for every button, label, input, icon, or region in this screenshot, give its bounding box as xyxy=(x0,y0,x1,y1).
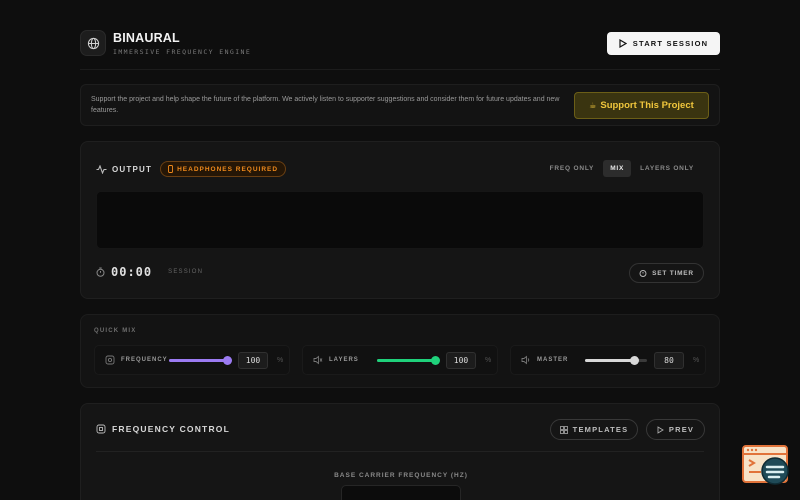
master-value[interactable]: 80 xyxy=(654,352,684,369)
layers-unit: % xyxy=(485,357,492,364)
frequency-control-panel: FREQUENCY CONTROL TEMPLATES PREV BASE CA… xyxy=(80,403,720,500)
mix-frequency: FREQUENCY 100 % xyxy=(94,345,290,375)
support-banner: Support the project and help shape the f… xyxy=(80,84,720,126)
quick-mix-title: QUICK MIX xyxy=(94,328,137,334)
stopwatch-icon xyxy=(96,267,105,277)
layers-value[interactable]: 100 xyxy=(446,352,476,369)
header-divider xyxy=(80,69,720,70)
activity-icon xyxy=(96,164,107,174)
volume-icon xyxy=(521,355,530,365)
frequency-control-divider xyxy=(96,451,704,452)
layers-slider-knob[interactable] xyxy=(430,356,440,365)
headphones-badge-label: HEADPHONES REQUIRED xyxy=(177,165,279,173)
mix-layers: LAYERS 100 % xyxy=(302,345,498,375)
mix-master-label: MASTER xyxy=(537,357,569,363)
frequency-slider-knob[interactable] xyxy=(222,356,232,365)
output-visualizer xyxy=(96,191,704,249)
frequency-value[interactable]: 100 xyxy=(238,352,268,369)
set-timer-label: SET TIMER xyxy=(652,269,694,277)
play-icon xyxy=(657,425,664,434)
output-label: OUTPUT xyxy=(112,164,153,174)
prev-label: PREV xyxy=(668,425,695,434)
support-text: Support the project and help shape the f… xyxy=(91,96,560,114)
mode-layers-only[interactable]: LAYERS ONLY xyxy=(633,160,701,177)
layers-slider-fill xyxy=(377,359,435,362)
master-slider[interactable] xyxy=(585,356,647,365)
master-slider-knob[interactable] xyxy=(630,356,640,365)
quick-mix-panel: QUICK MIX FREQUENCY 100 % LAYERS 100 % M… xyxy=(80,314,720,388)
support-project-button[interactable]: ☕ Support This Project xyxy=(574,92,709,119)
mix-frequency-label: FREQUENCY xyxy=(121,357,168,363)
frequency-control-header: FREQUENCY CONTROL xyxy=(96,424,230,434)
carrier-frequency-input[interactable] xyxy=(341,485,461,500)
frequency-unit: % xyxy=(277,357,284,364)
output-panel: OUTPUT HEADPHONES REQUIRED FREQ ONLY MIX… xyxy=(80,141,720,299)
floating-assistant-widget[interactable] xyxy=(741,444,791,488)
app-logo xyxy=(80,30,106,56)
mix-master: MASTER 80 % xyxy=(510,345,706,375)
prev-button[interactable]: PREV xyxy=(646,419,705,440)
grid-icon xyxy=(559,425,568,434)
browser-chat-icon xyxy=(742,445,789,485)
support-project-label: Support This Project xyxy=(600,100,694,111)
output-header: OUTPUT HEADPHONES REQUIRED xyxy=(96,161,287,177)
templates-label: TEMPLATES xyxy=(572,425,629,434)
chip-icon xyxy=(96,424,106,434)
frequency-slider-fill xyxy=(169,359,227,362)
headphones-icon xyxy=(168,165,174,173)
session-timer: 00:00 SESSION xyxy=(96,265,203,279)
master-slider-fill xyxy=(585,359,635,362)
play-icon xyxy=(619,39,627,48)
mix-layers-label: LAYERS xyxy=(329,357,359,363)
coffee-icon: ☕ xyxy=(589,101,597,110)
start-session-label: START SESSION xyxy=(632,39,709,48)
carrier-frequency-label: BASE CARRIER FREQUENCY (HZ) xyxy=(334,472,468,479)
app-title: BINAURAL xyxy=(113,31,180,45)
timer-label: SESSION xyxy=(168,269,204,275)
templates-button[interactable]: TEMPLATES xyxy=(550,419,638,440)
frequency-control-title: FREQUENCY CONTROL xyxy=(112,424,230,434)
timer-value: 00:00 xyxy=(111,265,153,279)
headphones-badge: HEADPHONES REQUIRED xyxy=(160,161,287,177)
waveform-icon xyxy=(105,355,115,365)
start-session-button[interactable]: START SESSION xyxy=(607,32,720,55)
globe-icon xyxy=(87,37,99,49)
mode-mix[interactable]: MIX xyxy=(603,160,632,177)
timer-icon xyxy=(639,270,647,277)
app-header: BINAURAL IMMERSIVE FREQUENCY ENGINE STAR… xyxy=(80,30,720,58)
master-unit: % xyxy=(693,357,700,364)
mode-freq-only[interactable]: FREQ ONLY xyxy=(543,160,602,177)
mode-selector: FREQ ONLY MIX LAYERS ONLY xyxy=(543,160,701,177)
layers-slider[interactable] xyxy=(377,356,440,365)
speaker-icon xyxy=(313,355,323,365)
frequency-slider[interactable] xyxy=(169,356,232,365)
set-timer-button[interactable]: SET TIMER xyxy=(629,263,704,283)
app-subtitle: IMMERSIVE FREQUENCY ENGINE xyxy=(113,48,252,56)
